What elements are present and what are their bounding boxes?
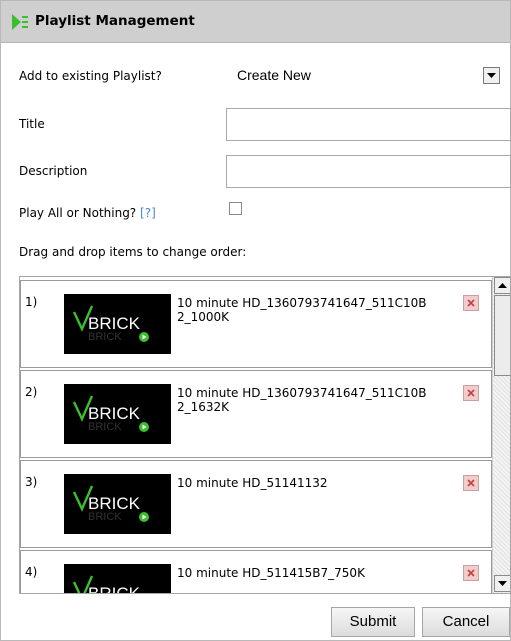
playlist-logo-icon [11,13,29,31]
video-thumbnail: BRICK BRICK [64,474,171,534]
play-all-checkbox[interactable] [229,202,242,215]
svg-text:BRICK: BRICK [88,331,122,343]
close-icon[interactable] [463,565,479,581]
dialog-title: Playlist Management [35,13,195,29]
close-icon[interactable] [463,475,479,491]
description-label: Description [19,164,88,178]
video-thumbnail: BRICK BRICK [64,384,171,444]
svg-text:BRICK: BRICK [88,511,122,523]
play-all-label-text: Play All or Nothing? [19,206,137,220]
item-number: 4) [25,565,38,579]
cancel-button[interactable]: Cancel [422,607,510,637]
arrow-up-icon[interactable] [494,277,510,294]
item-title: 10 minute HD_1360793741647_511C10B2_1632… [177,386,427,414]
brand-text: BRICK [88,584,141,594]
list-item[interactable]: 1) BRICK BRICK 10 minute HD_136079374164… [20,280,492,368]
play-all-label: Play All or Nothing? [?] [19,206,156,220]
item-number: 3) [25,475,38,489]
list-scrollbar[interactable] [492,277,510,593]
arrow-down-icon[interactable] [494,575,510,592]
playlist-select-label: Add to existing Playlist? [19,69,162,83]
close-icon[interactable] [463,385,479,401]
title-field[interactable] [226,108,511,141]
playlist-dialog: Playlist Management Add to existing Play… [0,0,511,641]
playlist-items-list[interactable]: 1) BRICK BRICK 10 minute HD_136079374164… [19,276,511,594]
drag-hint: Drag and drop items to change order: [19,245,247,259]
list-item[interactable]: 3) BRICK BRICK 10 minute HD_51141132 [20,460,492,548]
play-all-help-link[interactable]: [?] [140,206,156,220]
video-thumbnail: BRICK BRICK [64,294,171,354]
item-number: 2) [25,385,38,399]
title-label: Title [19,117,45,131]
description-field[interactable] [226,155,511,188]
item-number: 1) [25,295,38,309]
scrollbar-thumb[interactable] [494,295,510,376]
item-title: 10 minute HD_511415B7_750K [177,566,365,580]
item-title: 10 minute HD_51141132 [177,476,328,490]
chevron-down-icon[interactable] [483,67,500,84]
list-item[interactable]: 4) BRICK BRICK 10 minute HD_511415B7_750… [20,550,492,594]
close-icon[interactable] [463,295,479,311]
svg-text:BRICK: BRICK [88,421,122,433]
video-thumbnail: BRICK BRICK [64,564,171,594]
list-item[interactable]: 2) BRICK BRICK 10 minute HD_136079374164… [20,370,492,458]
submit-button[interactable]: Submit [331,607,415,637]
item-title: 10 minute HD_1360793741647_511C10B2_1000… [177,296,427,324]
dialog-titlebar: Playlist Management [1,1,510,43]
playlist-select[interactable]: Create New [237,67,311,83]
